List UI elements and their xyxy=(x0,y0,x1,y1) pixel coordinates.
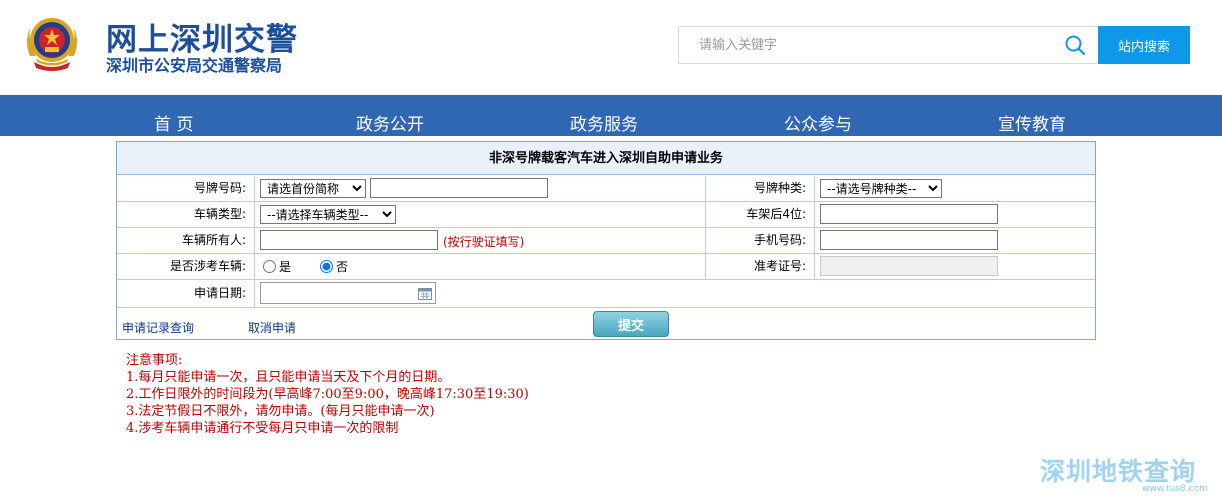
plate-number-input[interactable] xyxy=(370,178,548,198)
nav-item-public-participation[interactable]: 公众参与 xyxy=(784,110,852,135)
main-nav: 首 页 政务公开 政务服务 公众参与 宣传教育 xyxy=(0,95,1222,136)
site-search-button[interactable]: 站内搜索 xyxy=(1098,26,1190,64)
nav-item-government-affairs[interactable]: 政务公开 xyxy=(356,110,424,135)
calendar-icon[interactable] xyxy=(418,287,432,300)
record-query-link[interactable]: 申请记录查询 xyxy=(122,319,194,336)
nav-item-education[interactable]: 宣传教育 xyxy=(998,110,1066,135)
exam-yes-radio[interactable] xyxy=(263,260,276,273)
notice-heading: 注意事项: xyxy=(126,353,183,368)
exam-no-label: 否 xyxy=(336,260,349,274)
phone-input[interactable] xyxy=(820,230,998,250)
notice-item: 3.法定节假日不限外，请勿申请。(每月只能申请一次) xyxy=(126,404,435,419)
cancel-application-link[interactable]: 取消申请 xyxy=(248,319,296,336)
exam-number-input[interactable] xyxy=(820,256,998,276)
site-subtitle: 深圳市公安局交通警察局 xyxy=(106,56,283,75)
site-header: 网上深圳交警 深圳市公安局交通警察局 站内搜索 xyxy=(0,0,1222,95)
notice-item: 1.每月只能申请一次，且只能申请当天及下个月的日期。 xyxy=(126,370,451,385)
exam-no-option[interactable]: 否 xyxy=(320,258,348,275)
search-box xyxy=(678,26,1098,64)
application-form: 非深号牌载客汽车进入深圳自助申请业务 号牌号码: 请选首份简称 号牌种类: --… xyxy=(116,141,1096,340)
form-row-plate: 号牌号码: 请选首份简称 号牌种类: --请选号牌种类-- xyxy=(117,176,1095,202)
vehicle-type-label: 车辆类型: xyxy=(117,202,255,227)
date-label: 申请日期: xyxy=(117,280,255,307)
nav-item-home[interactable]: 首 页 xyxy=(154,110,193,135)
police-emblem-icon xyxy=(27,18,77,71)
phone-label: 手机号码: xyxy=(705,228,815,253)
exam-yes-option[interactable]: 是 xyxy=(263,258,291,275)
form-row-owner: 车辆所有人: (按行驶证填写) 手机号码: xyxy=(117,228,1095,254)
owner-input[interactable] xyxy=(260,230,438,250)
nav-item-services[interactable]: 政务服务 xyxy=(570,110,638,135)
notice-item: 4.涉考车辆申请通行不受每月只申请一次的限制 xyxy=(126,421,399,436)
date-input[interactable] xyxy=(260,282,436,304)
form-row-exam-vehicle: 是否涉考车辆: 是 否 准考证号: xyxy=(117,254,1095,280)
vehicle-type-select[interactable]: --请选择车辆类型-- xyxy=(260,205,396,224)
plate-label: 号牌号码: xyxy=(117,176,255,201)
vin-last4-input[interactable] xyxy=(820,204,998,224)
exam-yes-label: 是 xyxy=(279,260,292,274)
plate-type-select[interactable]: --请选号牌种类-- xyxy=(820,179,942,198)
notice-list: 注意事项: 1.每月只能申请一次，且只能申请当天及下个月的日期。 2.工作日限外… xyxy=(126,352,529,437)
province-select[interactable]: 请选首份简称 xyxy=(260,179,366,198)
watermark-text: 深圳地铁查询 xyxy=(1040,457,1197,486)
form-row-vehicle-type: 车辆类型: --请选择车辆类型-- 车架后4位: xyxy=(117,202,1095,228)
search-icon[interactable] xyxy=(1064,34,1086,56)
form-row-date: 申请日期: xyxy=(117,280,1095,308)
submit-button[interactable]: 提交 xyxy=(593,311,669,337)
plate-type-label: 号牌种类: xyxy=(705,176,815,201)
form-actions: 申请记录查询 取消申请 提交 xyxy=(117,308,1095,339)
owner-hint: (按行驶证填写) xyxy=(443,235,525,249)
exam-number-label: 准考证号: xyxy=(705,254,815,279)
vin-label: 车架后4位: xyxy=(705,202,815,227)
owner-label: 车辆所有人: xyxy=(117,228,255,253)
exam-vehicle-label: 是否涉考车辆: xyxy=(117,254,255,279)
search-input[interactable] xyxy=(679,27,1049,63)
exam-no-radio[interactable] xyxy=(320,260,333,273)
form-title: 非深号牌载客汽车进入深圳自助申请业务 xyxy=(117,142,1095,175)
watermark-url: www.tus8.com xyxy=(1142,484,1208,494)
notice-item: 2.工作日限外的时间段为(早高峰7:00至9:00，晚高峰17:30至19:30… xyxy=(126,387,529,402)
